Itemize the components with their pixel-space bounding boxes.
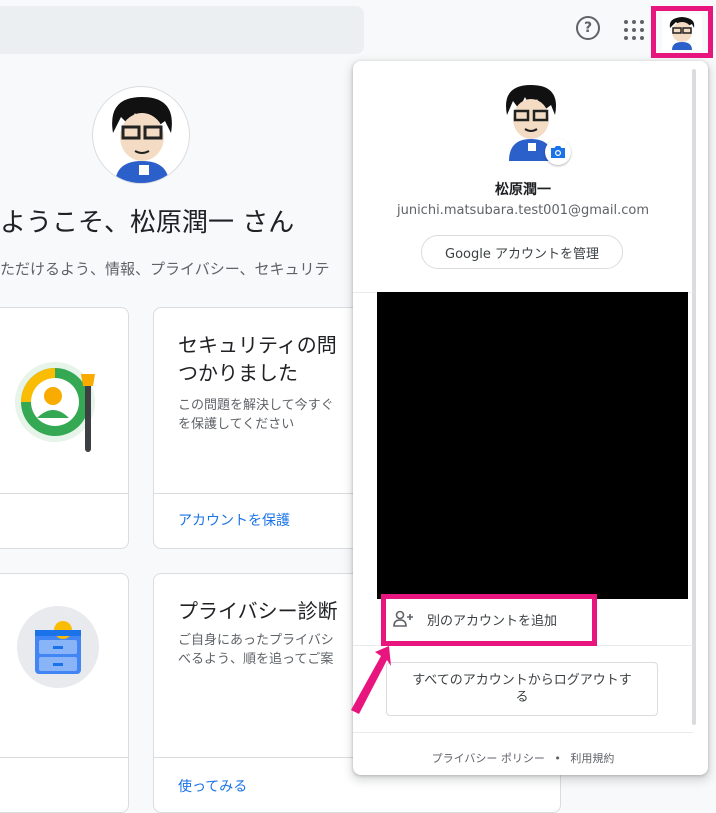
- redacted-accounts-area: [377, 292, 688, 599]
- pointer-arrow-icon: [351, 646, 391, 714]
- privacy-illustration-card: [0, 573, 129, 813]
- account-name: 松原潤一: [495, 182, 551, 198]
- protect-account-link[interactable]: アカウントを保護: [178, 510, 290, 530]
- security-card-desc-line2: を保護してください: [178, 417, 295, 432]
- profile-avatar[interactable]: [92, 86, 190, 184]
- privacy-card-title: プライバシー診断: [178, 599, 338, 623]
- welcome-subtitle: ただけるよう、情報、プライバシー、セキュリテ: [0, 260, 330, 278]
- footer-separator: •: [554, 752, 561, 765]
- help-icon[interactable]: ?: [576, 16, 600, 40]
- security-shield-icon: [15, 362, 95, 452]
- sign-out-all-button[interactable]: すべてのアカウントからログアウトする: [386, 662, 658, 716]
- manage-account-button[interactable]: Google アカウントを管理: [421, 235, 623, 269]
- terms-link[interactable]: 利用規約: [570, 752, 614, 765]
- popup-scrollbar[interactable]: [692, 69, 696, 725]
- search-bar[interactable]: [0, 6, 364, 54]
- security-card-desc-line1: この問題を解決して今すぐ: [178, 398, 334, 413]
- add-account-label: 別のアカウントを追加: [427, 613, 558, 629]
- account-popup: 松原潤一 junichi.matsubara.test001@gmail.com…: [353, 61, 708, 775]
- popup-footer: プライバシー ポリシー • 利用規約: [353, 750, 693, 766]
- add-account-item[interactable]: 別のアカウントを追加: [393, 604, 583, 634]
- privacy-drawer-icon: [17, 606, 99, 688]
- account-email: junichi.matsubara.test001@gmail.com: [396, 203, 649, 218]
- privacy-card-desc-line2: べるよう、順を追ってご案: [178, 652, 334, 667]
- account-avatar-button[interactable]: [662, 14, 702, 50]
- privacy-card-desc-line1: ご自身にあったプライバシ: [178, 633, 334, 648]
- security-card-title-line1: セキュリティの問: [178, 333, 337, 357]
- privacy-policy-link[interactable]: プライバシー ポリシー: [432, 752, 545, 765]
- apps-grid-icon[interactable]: [624, 20, 644, 40]
- person-add-icon: [393, 610, 413, 627]
- camera-icon[interactable]: [545, 139, 571, 165]
- security-illustration-card: [0, 307, 129, 549]
- get-started-link[interactable]: 使ってみる: [178, 776, 247, 796]
- popup-divider: [353, 732, 693, 733]
- welcome-heading: ようこそ、松原潤一 さん: [0, 208, 295, 238]
- security-card-title-line2: つかりました: [178, 361, 298, 385]
